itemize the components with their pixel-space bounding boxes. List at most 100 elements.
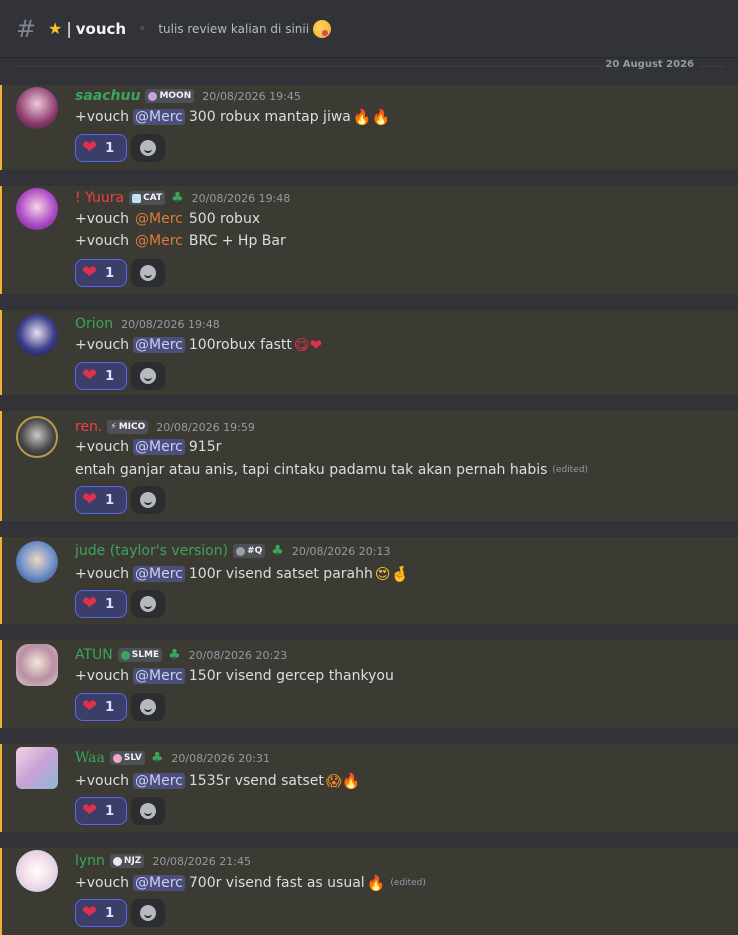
message[interactable]: saachuu MOON 20/08/2026 19:45 +vouch @Me… — [0, 85, 738, 170]
vouch-prefix: +vouch — [75, 337, 130, 353]
message-text: 1535r vsend satset — [188, 773, 324, 789]
username[interactable]: ATUN — [75, 647, 113, 663]
add-reaction-button[interactable] — [131, 899, 165, 927]
edited-label: (edited) — [390, 878, 426, 888]
reaction-count: 1 — [105, 596, 115, 612]
heart-reaction[interactable]: ❤ 1 — [75, 362, 127, 390]
avatar[interactable] — [16, 188, 58, 230]
message[interactable]: lynn NJZ 20/08/2026 21:45 +vouch @Merc 7… — [0, 848, 738, 935]
add-reaction-button[interactable] — [131, 486, 165, 514]
user-mention[interactable]: @Merc — [133, 211, 185, 227]
smile-icon — [140, 140, 156, 156]
user-mention[interactable]: @Merc — [133, 109, 185, 125]
vouch-prefix: +vouch — [75, 211, 130, 227]
reactions-bar: ❤ 1 — [75, 362, 165, 390]
heart-reaction[interactable]: ❤ 1 — [75, 134, 127, 162]
guild-tag[interactable]: SLV — [109, 751, 145, 765]
user-mention[interactable]: @Merc — [133, 337, 185, 353]
guild-tag-label: #Q — [247, 546, 263, 556]
message[interactable]: jude (taylor's version) #Q ♣ 20/08/2026 … — [0, 537, 738, 624]
avatar[interactable] — [16, 850, 58, 892]
heart-icon: ❤ — [82, 800, 98, 821]
heart-reaction[interactable]: ❤ 1 — [75, 486, 127, 514]
user-mention[interactable]: @Merc — [133, 668, 185, 684]
add-reaction-button[interactable] — [131, 362, 165, 390]
avatar[interactable] — [16, 416, 58, 458]
smile-icon — [140, 905, 156, 921]
guild-tag[interactable]: SLME — [117, 648, 163, 662]
clover-badge-icon[interactable]: ♣ — [271, 543, 284, 559]
user-mention[interactable]: @Merc — [133, 566, 185, 582]
clover-badge-icon[interactable]: ♣ — [151, 750, 164, 766]
message-line: entah ganjar atau anis, tapi cintaku pad… — [75, 462, 588, 478]
timestamp[interactable]: 20/08/2026 20:23 — [189, 649, 288, 662]
username[interactable]: Waa — [75, 750, 105, 766]
channel-topic[interactable]: tulis review kalian di sinii — [158, 22, 309, 36]
message-text: 500 robux — [188, 211, 261, 227]
edited-label: (edited) — [552, 465, 588, 475]
avatar[interactable] — [16, 87, 58, 129]
clover-badge-icon[interactable]: ♣ — [171, 190, 184, 206]
avatar[interactable] — [16, 644, 58, 686]
heart-reaction[interactable]: ❤ 1 — [75, 693, 127, 721]
guild-tag[interactable]: #Q — [233, 544, 266, 558]
heart-reaction[interactable]: ❤ 1 — [75, 259, 127, 287]
reaction-count: 1 — [105, 803, 115, 819]
cat-icon — [132, 193, 142, 203]
add-reaction-button[interactable] — [131, 797, 165, 825]
message-line: +vouch @Merc 915r — [75, 439, 221, 455]
guild-tag[interactable]: CAT — [129, 191, 166, 205]
timestamp[interactable]: 20/08/2026 20:31 — [171, 752, 270, 765]
username[interactable]: lynn — [75, 853, 105, 869]
avatar[interactable] — [16, 314, 58, 356]
message-line: +vouch @Merc 100robux fastt 😋❤ — [75, 336, 322, 354]
guild-tag-label: MICO — [118, 422, 146, 432]
timestamp[interactable]: 20/08/2026 20:13 — [292, 545, 391, 558]
heart-reaction[interactable]: ❤ 1 — [75, 797, 127, 825]
heart-icon: ❤ — [82, 137, 98, 158]
username[interactable]: ! Yuura — [75, 190, 124, 206]
reactions-bar: ❤ 1 — [75, 134, 165, 162]
message[interactable]: Orion 20/08/2026 19:48 +vouch @Merc 100r… — [0, 310, 738, 395]
message[interactable]: ren. ⚡ MICO 20/08/2026 19:59 +vouch @Merc… — [0, 411, 738, 521]
add-reaction-button[interactable] — [131, 693, 165, 721]
user-mention[interactable]: @Merc — [133, 439, 185, 455]
channel-name[interactable]: vouch — [76, 20, 126, 38]
heart-reaction[interactable]: ❤ 1 — [75, 899, 127, 927]
username[interactable]: jude (taylor's version) — [75, 543, 228, 559]
guild-tag[interactable]: MOON — [145, 89, 195, 103]
message[interactable]: ! Yuura CAT ♣ 20/08/2026 19:48 +vouch @M… — [0, 186, 738, 294]
timestamp[interactable]: 20/08/2026 21:45 — [152, 855, 251, 868]
guild-tag-label: SLV — [123, 753, 142, 763]
username[interactable]: ren. — [75, 419, 102, 435]
avatar[interactable] — [16, 747, 58, 789]
yum-heart-emoji: 😋❤ — [293, 336, 323, 354]
heart-reaction[interactable]: ❤ 1 — [75, 590, 127, 618]
user-mention[interactable]: @Merc — [133, 233, 185, 249]
timestamp[interactable]: 20/08/2026 19:48 — [192, 192, 291, 205]
username[interactable]: saachuu — [75, 88, 140, 104]
message-text: 150r visend gercep thankyou — [188, 668, 394, 684]
user-mention[interactable]: @Merc — [133, 875, 185, 891]
clover-badge-icon[interactable]: ♣ — [168, 647, 181, 663]
vouch-prefix: +vouch — [75, 109, 130, 125]
add-reaction-button[interactable] — [131, 134, 165, 162]
guild-tag[interactable]: NJZ — [109, 854, 145, 868]
silver-icon — [112, 753, 122, 763]
user-mention[interactable]: @Merc — [133, 773, 185, 789]
avatar[interactable] — [16, 541, 58, 583]
timestamp[interactable]: 20/08/2026 19:45 — [202, 90, 301, 103]
username[interactable]: Orion — [75, 316, 113, 332]
heart-icon: ❤ — [82, 902, 98, 923]
message-line: +vouch @Merc 700r visend fast as usual 🔥… — [75, 874, 426, 892]
guild-tag[interactable]: ⚡ MICO — [107, 420, 149, 434]
message[interactable]: Waa SLV ♣ 20/08/2026 20:31 +vouch @Merc … — [0, 744, 738, 832]
add-reaction-button[interactable] — [131, 259, 165, 287]
guild-tag-label: NJZ — [123, 856, 142, 866]
message[interactable]: ATUN SLME ♣ 20/08/2026 20:23 +vouch @Mer… — [0, 640, 738, 728]
scream-fire-emoji: 😱🔥 — [325, 772, 361, 790]
reactions-bar: ❤ 1 — [75, 797, 165, 825]
add-reaction-button[interactable] — [131, 590, 165, 618]
timestamp[interactable]: 20/08/2026 19:48 — [121, 318, 220, 331]
timestamp[interactable]: 20/08/2026 19:59 — [156, 421, 255, 434]
